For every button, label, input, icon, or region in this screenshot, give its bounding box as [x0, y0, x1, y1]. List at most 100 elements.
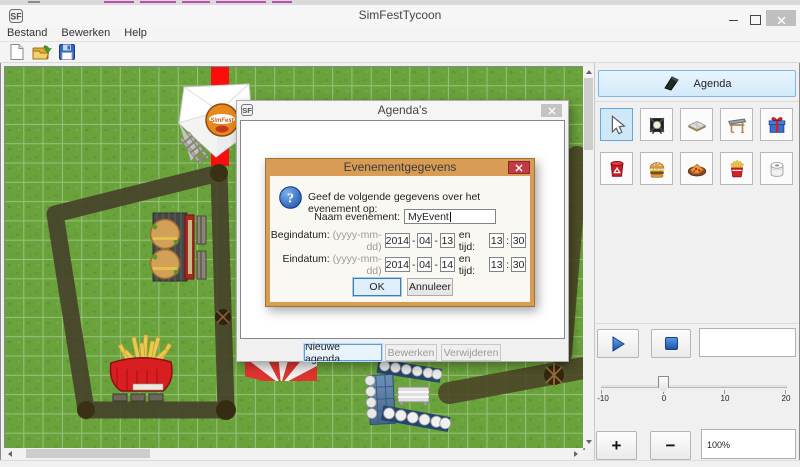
vscroll-thumb[interactable]: [584, 78, 593, 150]
speed-display-field[interactable]: [699, 328, 796, 357]
time-label: en tijd:: [455, 253, 490, 277]
edit-agenda-button[interactable]: Bewerken: [385, 344, 437, 361]
agendas-dialog-titlebar: SF Agenda's: [237, 101, 568, 120]
end-date-label: Eindatum: (yyyy-mm-dd): [270, 253, 382, 277]
scroll-left-icon[interactable]: [8, 451, 12, 457]
event-dialog-body: ? Geef de volgende gegevens over het eve…: [270, 176, 530, 302]
minus-icon: −: [666, 437, 676, 454]
fries-icon: [726, 158, 748, 180]
tool-pizza-button[interactable]: [680, 152, 713, 185]
menu-bewerken[interactable]: Bewerken: [54, 26, 117, 41]
zoom-in-button[interactable]: +: [596, 431, 637, 460]
svg-text:SimFest: SimFest: [210, 118, 234, 124]
tool-cursor-button[interactable]: [600, 108, 633, 141]
tool-spotlight-button[interactable]: [640, 108, 673, 141]
zoom-value-field[interactable]: 100%: [701, 429, 796, 459]
slider-label: 0: [662, 394, 666, 403]
tool-trashcan-button[interactable]: [600, 152, 633, 185]
gift-icon: [766, 114, 788, 136]
agendas-dialog-logo-icon: SF: [241, 104, 253, 116]
menu-help[interactable]: Help: [117, 26, 154, 41]
open-file-icon[interactable]: [32, 43, 52, 62]
tool-pallet-button[interactable]: [680, 108, 713, 141]
burger-stand[interactable]: [151, 213, 195, 281]
save-icon[interactable]: [58, 43, 76, 61]
sidebar: Agenda: [594, 63, 798, 460]
stop-button[interactable]: [651, 329, 691, 358]
stop-icon: [664, 336, 679, 351]
end-year-input[interactable]: 2014: [385, 257, 410, 272]
scroll-down-icon[interactable]: [586, 440, 592, 444]
question-icon: ?: [279, 186, 302, 209]
scroll-up-icon[interactable]: [586, 70, 592, 74]
slider-label: 10: [721, 394, 730, 403]
app-window: SF SimFestTycoon Bestand Bewerken Help: [0, 0, 800, 467]
titlebar: SF SimFestTycoon: [0, 5, 800, 26]
bush[interactable]: [215, 309, 231, 325]
begin-month-input[interactable]: 04: [417, 233, 432, 248]
tool-stage-button[interactable]: [720, 108, 753, 141]
menu-bestand[interactable]: Bestand: [0, 26, 54, 41]
toilet-roll-icon: [766, 158, 788, 180]
close-icon: [548, 107, 556, 115]
tool-hamburger-button[interactable]: [640, 152, 673, 185]
event-dialog-title: Evenementgegevens: [266, 159, 534, 176]
play-icon: [609, 335, 627, 353]
agendas-close-button[interactable]: [541, 104, 562, 117]
name-label: Naam evenement:: [270, 211, 400, 223]
stage-table[interactable]: [398, 387, 429, 405]
date-format-hint: (yyyy-mm-dd): [333, 229, 382, 253]
tool-gift-button[interactable]: [760, 108, 793, 141]
window-title: SimFestTycoon: [0, 5, 800, 26]
sidebar-divider-2: [595, 323, 799, 324]
svg-text:?: ?: [287, 192, 294, 207]
hscroll-thumb[interactable]: [26, 449, 150, 458]
text-caret: [450, 212, 451, 222]
speed-slider-thumb[interactable]: [658, 376, 669, 393]
bench-row[interactable]: [113, 394, 163, 401]
sidebar-divider: [595, 101, 799, 102]
end-hour-input[interactable]: 13: [489, 257, 504, 272]
horizontal-scrollbar[interactable]: [4, 448, 583, 459]
spotlight-icon: [646, 114, 668, 136]
scroll-right-icon[interactable]: [574, 451, 578, 457]
status-bar: [0, 460, 800, 467]
trashcan-icon: [606, 158, 628, 180]
tool-toilet-button[interactable]: [760, 152, 793, 185]
begin-minute-input[interactable]: 30: [511, 233, 526, 248]
close-icon: [515, 164, 523, 172]
new-agenda-button[interactable]: Nieuwe agenda...: [304, 344, 382, 361]
play-button[interactable]: [597, 329, 639, 358]
end-month-input[interactable]: 04: [417, 257, 432, 272]
date-separator: -: [410, 235, 418, 247]
pallet-icon: [686, 114, 708, 136]
begin-day-input[interactable]: 13: [440, 233, 455, 248]
ok-button[interactable]: OK: [353, 278, 401, 296]
event-dialog: Evenementgegevens ? Geef de volgende geg…: [265, 158, 535, 307]
tool-fries-button[interactable]: [720, 152, 753, 185]
event-name-input[interactable]: MyEvent: [404, 209, 496, 224]
agenda-button[interactable]: Agenda: [598, 70, 796, 97]
time-separator: :: [504, 259, 511, 271]
date-separator: -: [410, 259, 418, 271]
maximize-icon: [750, 15, 761, 25]
vertical-scrollbar[interactable]: [583, 66, 594, 448]
zoom-out-button[interactable]: −: [650, 431, 691, 460]
new-file-icon[interactable]: [8, 43, 26, 61]
event-close-button[interactable]: [508, 161, 530, 174]
speed-slider-track[interactable]: [601, 385, 787, 388]
stage-truss-icon: [726, 114, 748, 136]
app-logo-icon: SF: [9, 9, 23, 23]
end-day-input[interactable]: 14: [440, 257, 455, 272]
begin-hour-input[interactable]: 13: [489, 233, 504, 248]
slider-label: 20: [782, 394, 791, 403]
cancel-button[interactable]: Annuleer: [407, 278, 453, 296]
slider-labels: -10 0 10 20: [595, 394, 799, 404]
cursor-icon: [606, 114, 628, 136]
begin-year-input[interactable]: 2014: [385, 233, 410, 248]
event-name-value: MyEvent: [408, 211, 449, 223]
time-label: en tijd:: [455, 229, 490, 253]
delete-agenda-button[interactable]: Verwijderen: [441, 344, 501, 361]
hamburger-icon: [646, 158, 668, 180]
end-minute-input[interactable]: 30: [511, 257, 526, 272]
